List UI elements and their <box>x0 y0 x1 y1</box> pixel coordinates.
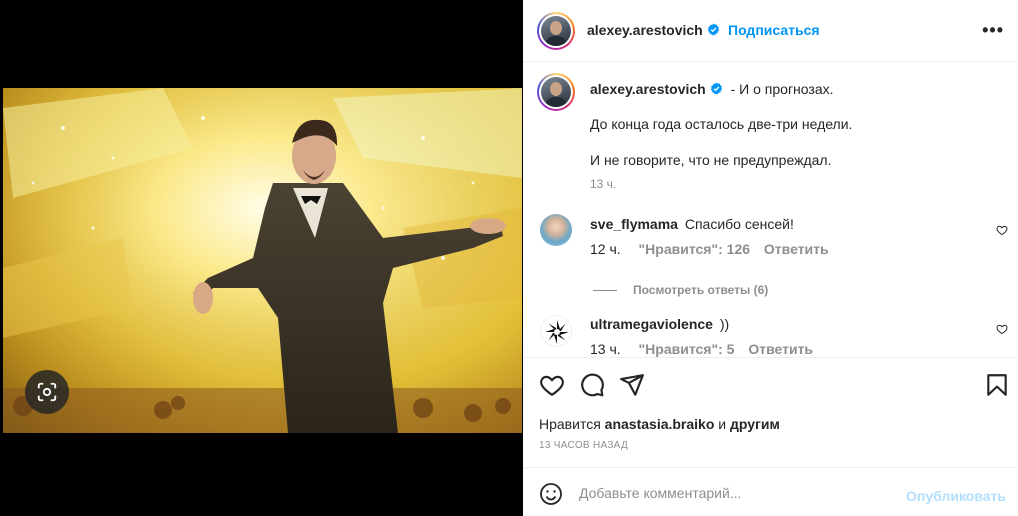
publish-button[interactable]: Опубликовать <box>906 488 1006 504</box>
author-username[interactable]: alexey.arestovich <box>587 22 703 38</box>
heart-icon[interactable] <box>996 323 1008 335</box>
add-comment-bar: Опубликовать <box>523 467 1018 516</box>
spiral-logo-icon <box>545 320 569 344</box>
comment-likes[interactable]: "Нравится": 5 <box>639 341 735 357</box>
comment-likes[interactable]: "Нравится": 126 <box>639 241 750 257</box>
comment-age[interactable]: 12 ч. <box>590 241 621 257</box>
comments-list[interactable]: alexey.arestovich - И о прогнозах. До ко… <box>523 63 1018 357</box>
author-avatar[interactable] <box>537 12 575 50</box>
post-actions: Нравится anastasia.braiko и другим 13 ЧА… <box>523 357 1018 467</box>
caption-line-1: - И о прогнозах. <box>730 81 834 97</box>
comment-meta: 13 ч. "Нравится": 5 Ответить <box>590 341 813 357</box>
comment-icon[interactable] <box>579 372 605 398</box>
comment-text: )) <box>719 316 730 332</box>
likes-summary: Нравится anastasia.braiko и другим <box>539 416 780 432</box>
post-header: alexey.arestovich Подписаться ••• <box>523 0 1018 62</box>
caption-username[interactable]: alexey.arestovich <box>590 81 706 97</box>
caption-first-line: alexey.arestovich - И о прогнозах. <box>590 80 1000 98</box>
visual-search-icon <box>37 382 57 402</box>
likes-others-link[interactable]: другим <box>730 416 780 432</box>
comment-input[interactable] <box>579 482 899 504</box>
caption-age[interactable]: 13 ч. <box>590 177 616 191</box>
verified-badge-icon <box>707 23 719 36</box>
share-icon[interactable] <box>619 372 645 398</box>
likes-connector: и <box>718 416 727 432</box>
visual-search-button[interactable] <box>25 370 69 414</box>
caption-line-3: И не говорите, что не предупреждал. <box>590 152 832 168</box>
follow-button[interactable]: Подписаться <box>728 22 820 38</box>
comment-avatar[interactable] <box>540 315 572 347</box>
comment-meta: 12 ч. "Нравится": 126 Ответить <box>590 241 829 257</box>
view-replies-button[interactable]: Посмотреть ответы (6) <box>593 283 768 297</box>
post-panel: alexey.arestovich Подписаться ••• alexey… <box>523 0 1018 516</box>
caption-avatar[interactable] <box>537 73 575 111</box>
verified-badge-icon <box>710 82 722 95</box>
view-replies-label: Посмотреть ответы (6) <box>633 283 769 297</box>
likes-prefix: Нравится <box>539 416 601 432</box>
comment-body: sve_flymama Спасибо сенсей! <box>590 216 794 232</box>
emoji-icon[interactable] <box>539 482 563 506</box>
post-timestamp[interactable]: 13 ЧАСОВ НАЗАД <box>539 440 628 451</box>
heart-icon[interactable] <box>996 224 1008 236</box>
comment-age[interactable]: 13 ч. <box>590 341 621 357</box>
reply-button[interactable]: Ответить <box>748 341 813 357</box>
heart-icon[interactable] <box>539 372 565 398</box>
post-media <box>3 0 522 516</box>
comment-body: ultramegaviolence )) <box>590 316 729 332</box>
more-options-button[interactable]: ••• <box>982 20 1004 41</box>
comment-avatar[interactable] <box>540 214 572 246</box>
reply-button[interactable]: Ответить <box>764 241 829 257</box>
post-photo[interactable] <box>3 88 522 433</box>
replies-divider <box>593 290 617 292</box>
caption-line-2: До конца года осталось две-три недели. <box>590 116 853 132</box>
comment-text: Спасибо сенсей! <box>684 216 794 232</box>
likes-user-link[interactable]: anastasia.braiko <box>605 416 715 432</box>
bookmark-icon[interactable] <box>984 372 1010 398</box>
comment-username[interactable]: ultramegaviolence <box>590 316 713 332</box>
comment-username[interactable]: sve_flymama <box>590 216 678 232</box>
